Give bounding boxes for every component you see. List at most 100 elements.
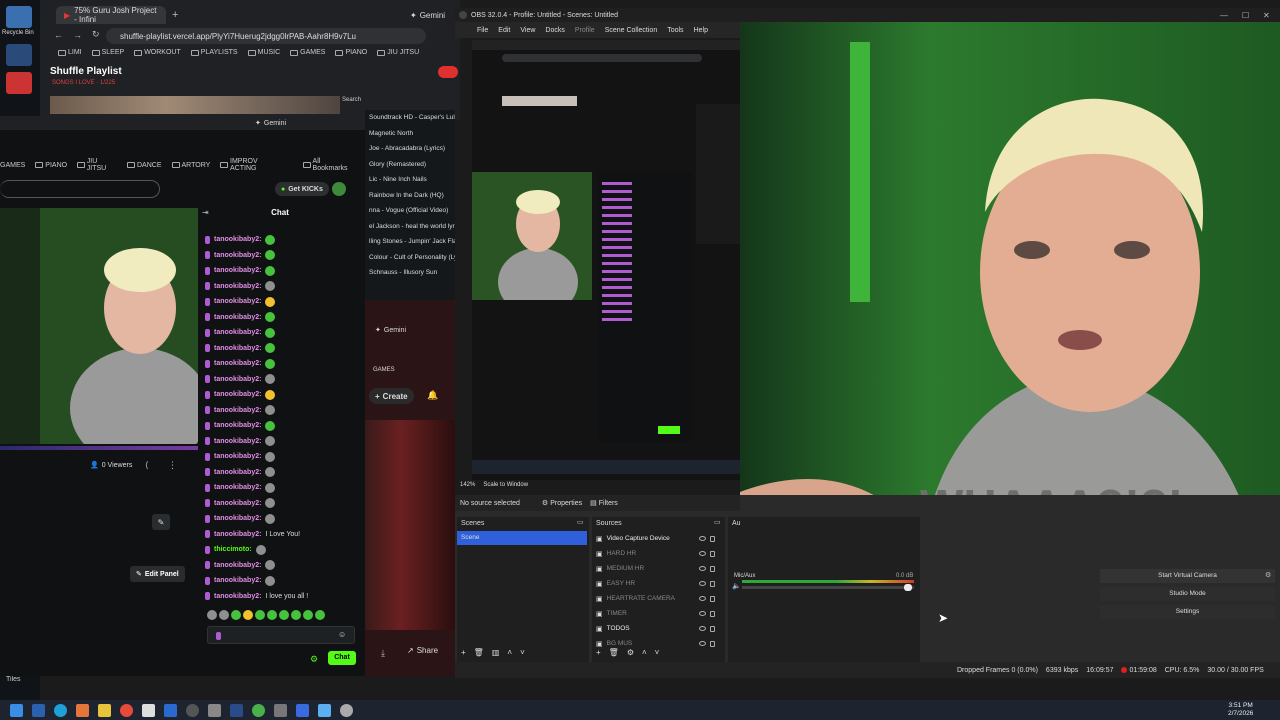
tab-playlist[interactable]: ▶ 75% Guru Josh Project - Infini xyxy=(56,6,166,24)
playlist-item[interactable]: nna - Vogue (Official Video) xyxy=(365,203,455,219)
gemini-button[interactable]: ✦ Gemini xyxy=(255,119,286,128)
settings-button[interactable]: Settings xyxy=(1100,605,1275,619)
lock-icon[interactable] xyxy=(710,610,715,617)
chat-username[interactable]: tanookibaby2: xyxy=(214,438,261,445)
down-icon[interactable]: ˅ xyxy=(655,648,660,657)
bookmark-item[interactable]: ARTORY xyxy=(171,162,210,169)
forward-icon[interactable]: → xyxy=(73,30,82,40)
emoji-icon[interactable]: ☺ xyxy=(338,630,346,639)
chat-username[interactable]: tanookibaby2: xyxy=(214,562,261,569)
chat-input[interactable]: ☺ xyxy=(207,626,355,644)
menu-scene-collection[interactable]: Scene Collection xyxy=(605,27,658,34)
playlist-item[interactable]: Colour - Cult of Personality (Lyrics) xyxy=(365,250,455,266)
app-icon[interactable] xyxy=(252,703,265,717)
virtual-camera-gear-icon[interactable]: ⚙ xyxy=(1265,571,1271,579)
bookmark-item[interactable]: IMPROV ACTING xyxy=(220,158,283,172)
lock-icon[interactable] xyxy=(710,595,715,602)
studio-mode-button[interactable]: Studio Mode xyxy=(1100,587,1275,601)
chat-username[interactable]: tanookibaby2: xyxy=(214,252,261,259)
chat-username[interactable]: tanookibaby2: xyxy=(214,593,261,600)
up-icon[interactable]: ˄ xyxy=(507,648,512,657)
chat-username[interactable]: tanookibaby2: xyxy=(214,345,261,352)
app-icon[interactable] xyxy=(340,703,353,717)
playlist-item[interactable]: Joe - Abracadabra (Lyrics) xyxy=(365,141,455,157)
visibility-eye-icon[interactable] xyxy=(699,566,706,571)
playlist-item[interactable]: Glory (Remastered) xyxy=(365,157,455,173)
new-tab-icon[interactable]: + xyxy=(172,9,178,21)
desktop-shortcut-icon[interactable] xyxy=(6,44,32,66)
minimize-icon[interactable]: — xyxy=(1220,11,1228,20)
app-icon[interactable] xyxy=(318,703,331,717)
more-icon[interactable]: ⋮ xyxy=(168,460,177,471)
source-item[interactable]: ▣ EASY HR xyxy=(592,576,725,591)
playlist-item[interactable]: Soundtrack HD - Casper's Lullaby xyxy=(365,110,455,126)
volume-slider-handle[interactable] xyxy=(904,584,912,591)
app-icon[interactable] xyxy=(164,703,177,717)
app-icon[interactable] xyxy=(32,703,45,717)
playlist-item[interactable]: Lic - Nine Inch Nails xyxy=(365,172,455,188)
chat-send-button[interactable]: Chat xyxy=(328,651,356,665)
file-explorer-icon[interactable] xyxy=(98,703,111,717)
playlist-item[interactable]: lling Stones - Jumpin' Jack Flash xyxy=(365,234,455,250)
stream-video[interactable] xyxy=(0,208,198,444)
chat-username[interactable]: tanookibaby2: xyxy=(214,531,261,538)
obs-icon[interactable] xyxy=(186,703,199,717)
reload-icon[interactable]: ↻ xyxy=(92,29,100,40)
lock-icon[interactable] xyxy=(710,565,715,572)
all-bookmarks[interactable]: All Bookmarks xyxy=(302,158,355,172)
bookmark-item[interactable]: MUSIC xyxy=(247,49,280,56)
chat-username[interactable]: tanookibaby2: xyxy=(214,329,261,336)
app-icon[interactable] xyxy=(274,703,287,717)
visibility-eye-icon[interactable] xyxy=(699,626,706,631)
emote-bar[interactable] xyxy=(207,610,325,620)
obs-preview-capture[interactable] xyxy=(472,40,740,480)
properties-button[interactable]: ⚙ Properties xyxy=(542,499,582,508)
add-icon[interactable]: + xyxy=(596,648,601,657)
chat-username[interactable]: tanookibaby2: xyxy=(214,515,261,522)
source-item[interactable]: ▣ Video Capture Device xyxy=(592,531,725,546)
menu-docks[interactable]: Docks xyxy=(545,27,564,34)
playlist-item[interactable]: el Jackson - heal the world lyrics xyxy=(365,219,455,235)
edge-icon[interactable] xyxy=(54,703,67,717)
bookmark-item[interactable]: LIMI xyxy=(58,49,82,56)
close-icon[interactable]: ✕ xyxy=(1263,11,1270,20)
volume-slider[interactable] xyxy=(742,586,914,589)
menu-file[interactable]: File xyxy=(477,27,488,34)
maximize-icon[interactable]: ☐ xyxy=(1242,11,1249,20)
get-kicks-button[interactable]: ● Get KICKs xyxy=(275,182,329,196)
chat-username[interactable]: tanookibaby2: xyxy=(214,577,261,584)
address-bar[interactable]: shuffle-playlist.vercel.app/PlyYi7Huerug… xyxy=(106,28,426,44)
chat-username[interactable]: tanookibaby2: xyxy=(214,453,261,460)
back-icon[interactable]: ← xyxy=(54,30,63,40)
share-icon[interactable]: ⟨ xyxy=(145,460,149,471)
visibility-eye-icon[interactable] xyxy=(699,611,706,616)
source-item[interactable]: ▣ MEDIUM HR xyxy=(592,561,725,576)
scale-label[interactable]: Scale to Window xyxy=(483,482,528,488)
start-icon[interactable] xyxy=(10,703,23,717)
bookmark-item[interactable]: PIANO xyxy=(35,162,67,169)
chat-username[interactable]: tanookibaby2: xyxy=(214,267,261,274)
visibility-eye-icon[interactable] xyxy=(699,581,706,586)
speaker-icon[interactable]: 🔈 xyxy=(732,582,741,590)
lock-icon[interactable] xyxy=(710,580,715,587)
chat-username[interactable]: tanookibaby2: xyxy=(214,500,261,507)
chat-username[interactable]: tanookibaby2: xyxy=(214,236,261,243)
scene-item[interactable]: Scene xyxy=(457,531,587,545)
bookmark-item[interactable]: GAMES xyxy=(0,162,25,169)
bookmark-item[interactable]: SLEEP xyxy=(91,49,124,56)
bookmark-games[interactable]: GAMES xyxy=(373,367,395,373)
source-item[interactable]: ▣ TIMER xyxy=(592,606,725,621)
edit-pencil-icon[interactable]: ✎ xyxy=(152,514,170,530)
lock-icon[interactable] xyxy=(710,625,715,632)
playlist-item[interactable]: Magnetic North xyxy=(365,126,455,142)
chrome-icon[interactable] xyxy=(120,703,133,717)
menu-help[interactable]: Help xyxy=(694,27,708,34)
source-item[interactable]: ▣ TODOS xyxy=(592,621,725,636)
scenes-menu-icon[interactable]: ▭ xyxy=(577,518,584,526)
gemini-button[interactable]: ✦ Gemini xyxy=(375,326,406,335)
trash-icon[interactable]: 🗑 xyxy=(609,648,619,657)
menu-view[interactable]: View xyxy=(520,27,535,34)
chat-username[interactable]: tanookibaby2: xyxy=(214,283,261,290)
app-icon[interactable] xyxy=(76,703,89,717)
create-button[interactable]: + Create xyxy=(369,388,414,404)
